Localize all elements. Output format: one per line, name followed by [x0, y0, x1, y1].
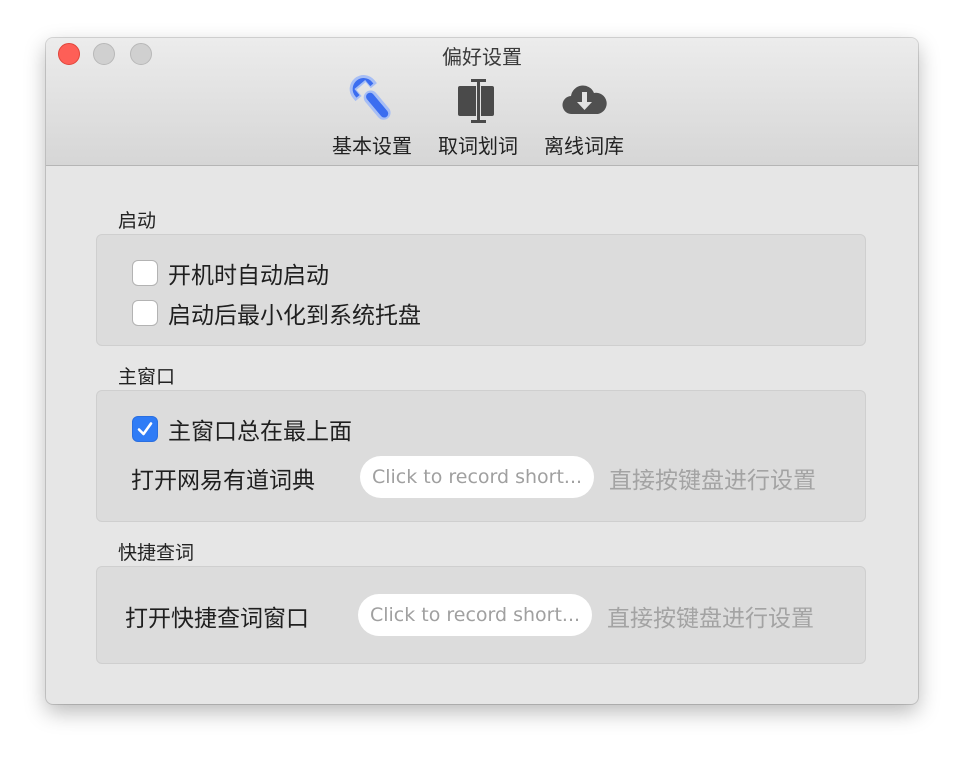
titlebar: 偏好设置 基本设置 取词划词 离线词库 — [46, 38, 918, 166]
minimize-to-tray-checkbox[interactable] — [132, 300, 158, 326]
preferences-window: 偏好设置 基本设置 取词划词 离线词库 启动 开机时自动启动 启动后最小化到系统… — [46, 38, 918, 704]
open-dictionary-shortcut-recorder[interactable]: Click to record short... — [360, 456, 594, 498]
minimize-to-tray-option[interactable]: 启动后最小化到系统托盘 — [132, 296, 421, 330]
shortcut-hint: 直接按键盘进行设置 — [607, 606, 814, 632]
section-title-main-window: 主窗口 — [118, 366, 176, 388]
startup-group: 开机时自动启动 启动后最小化到系统托盘 — [96, 234, 866, 346]
tab-label: 基本设置 — [332, 134, 412, 158]
tab-offline-dictionary[interactable]: 离线词库 — [536, 72, 632, 158]
option-label: 开机时自动启动 — [168, 263, 329, 289]
window-title: 偏好设置 — [442, 45, 522, 69]
main-window-group: 主窗口总在最上面 打开网易有道词典 Click to record short.… — [96, 390, 866, 522]
always-on-top-option[interactable]: 主窗口总在最上面 — [132, 412, 352, 446]
open-quick-lookup-hotkey-label: 打开快捷查词窗口 — [125, 606, 309, 632]
text-cursor-icon — [454, 72, 502, 126]
quick-lookup-shortcut-recorder[interactable]: Click to record short... — [358, 594, 592, 636]
quick-lookup-group: 打开快捷查词窗口 Click to record short... 直接按键盘进… — [96, 566, 866, 664]
section-title-startup: 启动 — [118, 210, 157, 232]
option-label: 主窗口总在最上面 — [168, 419, 352, 445]
checkmark-icon — [137, 422, 153, 436]
auto-launch-option[interactable]: 开机时自动启动 — [132, 256, 329, 290]
wrench-icon — [348, 72, 396, 126]
tab-basic-settings[interactable]: 基本设置 — [324, 72, 420, 158]
always-on-top-checkbox[interactable] — [132, 416, 158, 442]
shortcut-hint: 直接按键盘进行设置 — [609, 468, 816, 494]
cloud-download-icon — [560, 72, 608, 126]
option-label: 启动后最小化到系统托盘 — [168, 303, 421, 329]
section-title-quick-lookup: 快捷查词 — [118, 542, 195, 564]
settings-content: 启动 开机时自动启动 启动后最小化到系统托盘 主窗口 主窗口总在最上面 打开网易… — [46, 166, 918, 704]
tab-label: 取词划词 — [438, 134, 518, 158]
open-dictionary-hotkey-label: 打开网易有道词典 — [131, 468, 315, 494]
auto-launch-checkbox[interactable] — [132, 260, 158, 286]
tab-word-capture[interactable]: 取词划词 — [430, 72, 526, 158]
tab-label: 离线词库 — [544, 134, 624, 158]
